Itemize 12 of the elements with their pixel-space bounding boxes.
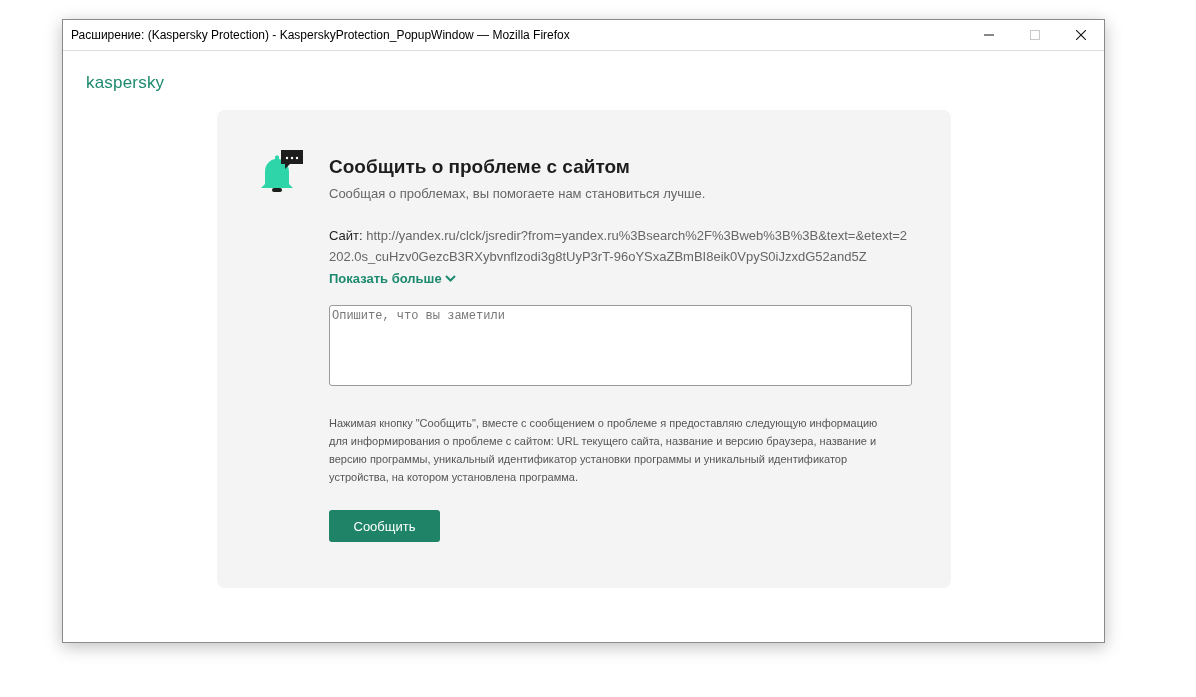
maximize-icon xyxy=(1030,30,1040,40)
close-icon xyxy=(1076,30,1086,40)
submit-button[interactable]: Сообщить xyxy=(329,510,440,542)
description-field[interactable]: Опишите, что вы заметили xyxy=(329,305,912,386)
window-title: Расширение: (Kaspersky Protection) - KasperskyProtection_PopupWindow — Mozilla Firefox xyxy=(70,28,571,42)
chevron-down-icon xyxy=(444,275,456,282)
show-more-link[interactable]: Показать больше xyxy=(329,271,456,286)
site-address: Сайт: http://yandex.ru/clck/jsredir?from=yandex.ru%3Bsearch%2F%3Bweb%3B%3B&text=&etext=2202.0s_cuHzv0GezcB3RXybvnflzodi3g8tUyP3rT-96oYSxaZBmBI8eik0VpyS0iJzxdG52and5Z xyxy=(329,227,909,266)
report-subtitle: Сообщая о проблемах, вы помогаете нам становиться лучше. xyxy=(329,186,706,201)
report-title: Сообщить о проблеме с сайтом xyxy=(329,156,630,178)
logo: kaspersky xyxy=(86,73,165,93)
privacy-notice: Нажимая кнопку "Сообщить", вместе с сообщением о проблеме я предоставляю следующую информацию для информирования о проблеме с сайтом: URL текущего сайта, название и версию браузера, название и версию программы, уникальный идентификатор установки программы и уникальный идентификатор устройства, на котором установлена программа. xyxy=(329,416,879,485)
